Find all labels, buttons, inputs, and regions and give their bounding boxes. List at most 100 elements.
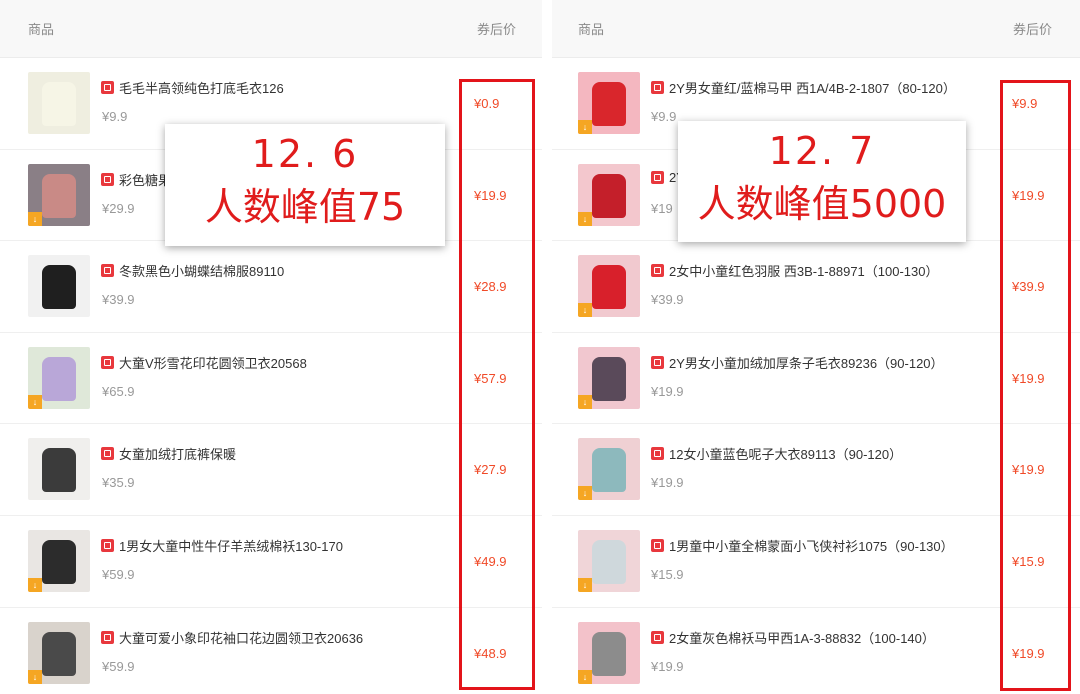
note-peak: 人数峰值5000	[697, 182, 947, 226]
taobao-tag-icon	[651, 630, 664, 644]
product-title-text: 女童加绒打底裤保暖	[119, 447, 237, 463]
table-row[interactable]: 冬款黑色小蝴蝶结棉服89110 ¥39.9 ¥28.9	[0, 241, 542, 333]
download-badge-icon: ↓	[578, 669, 592, 684]
table-row[interactable]: ↓ 2女中小童红色羽服 西3B-1-88971（100-130） ¥39.9 ¥39.…	[552, 241, 1080, 333]
col-header-coupon-price[interactable]: 券后价	[477, 19, 516, 38]
download-badge-icon: ↓	[28, 669, 42, 684]
product-title-text: 大童可爱小象印花袖口花边圆领卫衣20636	[119, 630, 364, 646]
product-thumbnail[interactable]	[28, 255, 90, 318]
product-thumbnail[interactable]: ↓	[578, 255, 640, 318]
product-thumbnail[interactable]: ↓	[28, 529, 90, 592]
product-thumbnail[interactable]: ↓	[578, 163, 640, 226]
original-price: ¥9.9	[651, 109, 677, 124]
product-title[interactable]: 女童加绒打底裤保暖	[101, 444, 236, 463]
product-thumbnail[interactable]: ↓	[578, 72, 640, 134]
table-header: 商品 券后价	[552, 0, 1080, 58]
col-header-coupon-price[interactable]: 券后价	[1013, 19, 1052, 38]
taobao-tag-icon	[651, 81, 664, 94]
download-badge-icon: ↓	[28, 211, 42, 226]
product-thumbnail[interactable]: ↓	[578, 346, 640, 409]
table-row[interactable]: ↓ 1男童中小童全棉蒙面小飞侠衬衫1075（90-130） ¥15.9 ¥15.9	[552, 516, 1080, 608]
coupon-price: ¥28.9	[474, 279, 507, 295]
product-title-text: 2女中小童红色羽服 西3B-1-88971（100-130）	[669, 264, 939, 280]
product-thumbnail[interactable]: ↓	[28, 346, 90, 409]
taobao-tag-icon	[651, 170, 664, 184]
taobao-tag-icon	[101, 447, 114, 461]
product-title[interactable]: 2Y男女童红/蓝棉马甲 西1A/4B-2-1807（80-120）	[651, 78, 956, 97]
annotation-note-right: 12. 7 人数峰值5000	[678, 121, 966, 242]
taobao-tag-icon	[651, 264, 664, 278]
coupon-price: ¥9.9	[1012, 96, 1038, 111]
original-price: ¥59.9	[102, 658, 135, 674]
product-title[interactable]: 毛毛半高领纯色打底毛衣126	[101, 78, 284, 97]
taobao-tag-icon	[101, 264, 114, 278]
download-badge-icon: ↓	[578, 394, 592, 409]
coupon-price: ¥19.9	[1012, 370, 1045, 386]
table-row[interactable]: 女童加绒打底裤保暖 ¥35.9 ¥27.9	[0, 424, 542, 516]
coupon-price: ¥0.9	[474, 96, 500, 111]
table-row[interactable]: ↓ 大童可爱小象印花袖口花边圆领卫衣20636 ¥59.9 ¥48.9	[0, 608, 542, 694]
annotation-note-left: 12. 6 人数峰值75	[165, 124, 445, 246]
taobao-tag-icon	[101, 538, 114, 552]
coupon-price: ¥39.9	[1012, 279, 1045, 295]
coupon-price: ¥49.9	[474, 553, 507, 569]
product-title[interactable]: 大童V形雪花印花圆领卫衣20568	[101, 353, 307, 372]
taobao-tag-icon	[101, 355, 114, 369]
coupon-price: ¥19.9	[474, 187, 507, 203]
table-row[interactable]: ↓ 大童V形雪花印花圆领卫衣20568 ¥65.9 ¥57.9	[0, 333, 542, 425]
original-price: ¥35.9	[102, 475, 135, 491]
product-title-text: 12女小童蓝色呢子大衣89113（90-120）	[669, 447, 903, 463]
product-title[interactable]: 1男女大童中性牛仔羊羔绒棉袄130-170	[101, 536, 343, 555]
coupon-price: ¥19.9	[1012, 462, 1045, 478]
product-thumbnail[interactable]	[28, 438, 90, 501]
note-date: 12. 6	[251, 132, 359, 176]
original-price: ¥29.9	[102, 200, 135, 216]
original-price: ¥19.9	[651, 475, 684, 491]
product-title[interactable]: 12女小童蓝色呢子大衣89113（90-120）	[651, 444, 902, 463]
table-row[interactable]: ↓ 12女小童蓝色呢子大衣89113（90-120） ¥19.9 ¥19.9	[552, 424, 1080, 516]
product-title[interactable]: 2Y男女小童加绒加厚条子毛衣89236（90-120）	[651, 353, 944, 372]
product-title[interactable]: 2女中小童红色羽服 西3B-1-88971（100-130）	[651, 261, 939, 280]
col-header-product: 商品	[28, 22, 55, 37]
product-title[interactable]: 2女童灰色棉袄马甲西1A-3-88832（100-140）	[651, 628, 935, 647]
product-thumbnail[interactable]: ↓	[28, 163, 90, 226]
product-thumbnail[interactable]	[28, 72, 90, 134]
original-price: ¥19.9	[651, 383, 684, 399]
product-title-text: 彩色糖果	[119, 172, 172, 188]
product-title[interactable]: 1男童中小童全棉蒙面小飞侠衬衫1075（90-130）	[651, 536, 954, 555]
product-thumbnail[interactable]: ↓	[28, 621, 90, 684]
taobao-tag-icon	[651, 538, 664, 552]
product-title[interactable]: 大童可爱小象印花袖口花边圆领卫衣20636	[101, 628, 363, 647]
download-badge-icon: ↓	[578, 120, 592, 134]
table-row[interactable]: ↓ 2女童灰色棉袄马甲西1A-3-88832（100-140） ¥19.9 ¥19.9	[552, 608, 1080, 694]
original-price: ¥65.9	[102, 383, 135, 399]
coupon-price: ¥19.9	[1012, 645, 1045, 661]
original-price: ¥39.9	[651, 292, 684, 308]
download-badge-icon: ↓	[578, 577, 592, 592]
product-title-text: 2Y男女童红/蓝棉马甲 西1A/4B-2-1807（80-120）	[669, 81, 956, 96]
coupon-price: ¥48.9	[474, 645, 507, 661]
table-row[interactable]: ↓ 1男女大童中性牛仔羊羔绒棉袄130-170 ¥59.9 ¥49.9	[0, 516, 542, 608]
taobao-tag-icon	[101, 630, 114, 644]
coupon-price: ¥57.9	[474, 370, 507, 386]
table-row[interactable]: ↓ 2Y男女小童加绒加厚条子毛衣89236（90-120） ¥19.9 ¥19.9	[552, 333, 1080, 425]
product-title-text: 冬款黑色小蝴蝶结棉服89110	[119, 264, 285, 280]
product-title-text: 大童V形雪花印花圆领卫衣20568	[119, 355, 307, 371]
product-title[interactable]: 彩色糖果	[101, 170, 171, 189]
product-title-text: 1男女大童中性牛仔羊羔绒棉袄130-170	[119, 538, 343, 554]
product-title-text: 2Y男女小童加绒加厚条子毛衣89236（90-120）	[669, 355, 944, 371]
note-peak: 人数峰值75	[204, 185, 406, 229]
taobao-tag-icon	[651, 447, 664, 461]
download-badge-icon: ↓	[578, 486, 592, 501]
original-price: ¥19.9	[651, 658, 684, 674]
original-price: ¥15.9	[651, 566, 684, 582]
taobao-tag-icon	[651, 355, 664, 369]
product-thumbnail[interactable]: ↓	[578, 621, 640, 684]
product-title-text: 毛毛半高领纯色打底毛衣126	[119, 81, 284, 96]
download-badge-icon: ↓	[28, 394, 42, 409]
product-thumbnail[interactable]: ↓	[578, 529, 640, 592]
download-badge-icon: ↓	[578, 303, 592, 318]
product-title[interactable]: 冬款黑色小蝴蝶结棉服89110	[101, 261, 284, 280]
product-list-right: 商品 券后价 ↓ 2Y男女童红/蓝棉马甲 西1A/4B-2-1807（80-120…	[552, 0, 1080, 694]
product-thumbnail[interactable]: ↓	[578, 438, 640, 501]
